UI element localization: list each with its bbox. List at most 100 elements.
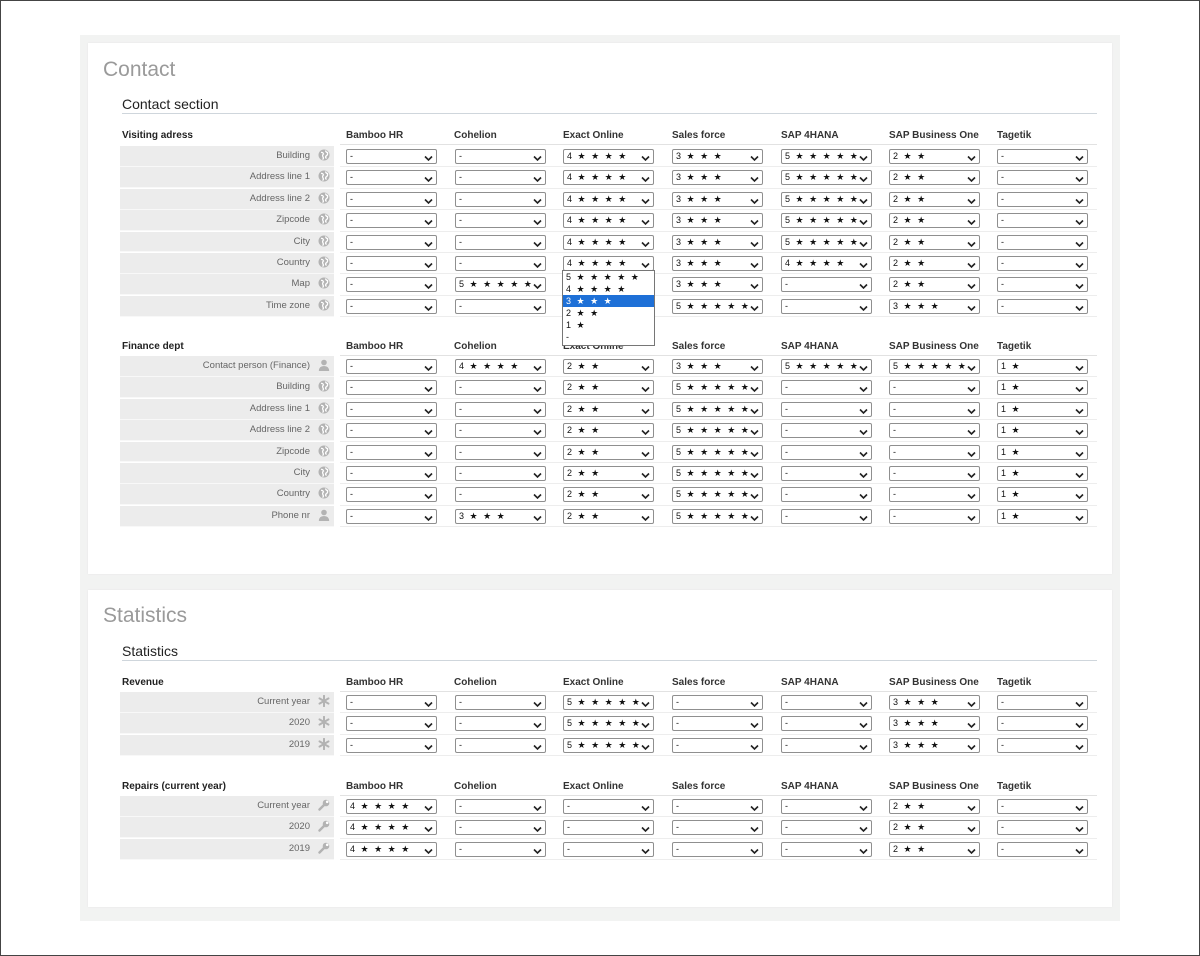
dropdown-option[interactable]: 3 ★ ★ ★: [563, 295, 654, 307]
rating-select[interactable]: 5 ★ ★ ★ ★ ★: [781, 359, 872, 374]
rating-select[interactable]: 2 ★ ★: [563, 444, 654, 460]
rating-select[interactable]: 2 ★ ★: [889, 841, 980, 857]
rating-select[interactable]: 2 ★ ★: [889, 170, 980, 186]
rating-select[interactable]: -: [672, 716, 763, 732]
rating-select[interactable]: 4 ★ ★ ★ ★: [455, 359, 546, 374]
rating-select[interactable]: -: [346, 487, 437, 503]
rating-select[interactable]: -: [672, 737, 763, 753]
rating-select[interactable]: 1 ★: [997, 444, 1088, 460]
rating-select[interactable]: 2 ★ ★: [889, 191, 980, 207]
rating-select[interactable]: -: [346, 401, 437, 417]
rating-select[interactable]: 1 ★: [997, 487, 1088, 503]
rating-select[interactable]: -: [563, 799, 654, 814]
rating-select[interactable]: -: [346, 298, 437, 314]
rating-select[interactable]: -: [455, 170, 546, 186]
rating-select[interactable]: -: [672, 841, 763, 857]
rating-select[interactable]: -: [781, 466, 872, 481]
rating-select[interactable]: -: [346, 716, 437, 732]
rating-select[interactable]: 5 ★ ★ ★ ★ ★: [455, 277, 546, 293]
rating-select[interactable]: 3 ★ ★ ★: [889, 737, 980, 753]
rating-select[interactable]: 1 ★: [997, 401, 1088, 417]
rating-select[interactable]: -: [781, 737, 872, 753]
rating-select[interactable]: 5 ★ ★ ★ ★ ★: [781, 149, 872, 164]
rating-select[interactable]: -: [997, 170, 1088, 186]
rating-select[interactable]: -: [346, 256, 437, 271]
rating-select[interactable]: 4 ★ ★ ★ ★: [346, 841, 437, 857]
rating-select[interactable]: -: [997, 799, 1088, 814]
rating-select[interactable]: 3 ★ ★ ★: [889, 298, 980, 314]
rating-select[interactable]: 2 ★ ★: [563, 466, 654, 481]
rating-select[interactable]: -: [455, 380, 546, 396]
rating-select[interactable]: -: [889, 401, 980, 417]
rating-select[interactable]: -: [455, 841, 546, 857]
rating-select[interactable]: 2 ★ ★: [889, 149, 980, 164]
rating-select[interactable]: 2 ★ ★: [889, 799, 980, 814]
dropdown-option[interactable]: 2 ★ ★: [563, 307, 654, 319]
rating-select[interactable]: -: [997, 716, 1088, 732]
rating-select[interactable]: 4 ★ ★ ★ ★: [563, 213, 654, 229]
rating-select[interactable]: 2 ★ ★: [889, 277, 980, 293]
dropdown-option[interactable]: 5 ★ ★ ★ ★ ★: [563, 271, 654, 283]
rating-select[interactable]: 1 ★: [997, 423, 1088, 439]
rating-select[interactable]: -: [346, 213, 437, 229]
rating-select[interactable]: -: [346, 508, 437, 524]
rating-select[interactable]: -: [889, 444, 980, 460]
rating-select[interactable]: -: [997, 737, 1088, 753]
rating-select[interactable]: 5 ★ ★ ★ ★ ★: [781, 170, 872, 186]
rating-select[interactable]: -: [346, 466, 437, 481]
rating-select[interactable]: -: [889, 380, 980, 396]
rating-select[interactable]: -: [672, 799, 763, 814]
rating-select[interactable]: -: [889, 487, 980, 503]
rating-select[interactable]: 5 ★ ★ ★ ★ ★: [781, 213, 872, 229]
rating-select[interactable]: -: [997, 695, 1088, 710]
rating-select[interactable]: -: [346, 737, 437, 753]
rating-select[interactable]: -: [889, 466, 980, 481]
rating-select[interactable]: -: [781, 508, 872, 524]
rating-select[interactable]: -: [889, 508, 980, 524]
rating-select[interactable]: -: [455, 149, 546, 164]
rating-select[interactable]: -: [455, 466, 546, 481]
rating-select[interactable]: -: [346, 380, 437, 396]
rating-select[interactable]: 4 ★ ★ ★ ★: [563, 256, 654, 271]
rating-select[interactable]: -: [563, 841, 654, 857]
rating-select[interactable]: -: [455, 256, 546, 271]
rating-select[interactable]: -: [997, 149, 1088, 164]
rating-select[interactable]: -: [997, 256, 1088, 271]
rating-select[interactable]: -: [997, 841, 1088, 857]
rating-select[interactable]: -: [781, 401, 872, 417]
rating-select[interactable]: 1 ★: [997, 508, 1088, 524]
rating-select[interactable]: 2 ★ ★: [563, 359, 654, 374]
rating-select[interactable]: 3 ★ ★ ★: [672, 191, 763, 207]
rating-select[interactable]: -: [346, 191, 437, 207]
rating-select[interactable]: 3 ★ ★ ★: [672, 234, 763, 250]
rating-select[interactable]: 4 ★ ★ ★ ★: [563, 191, 654, 207]
rating-select[interactable]: 4 ★ ★ ★ ★: [346, 820, 437, 836]
rating-select[interactable]: 3 ★ ★ ★: [672, 277, 763, 293]
dropdown-option[interactable]: -: [563, 331, 654, 343]
rating-select[interactable]: -: [455, 234, 546, 250]
rating-select[interactable]: 3 ★ ★ ★: [672, 170, 763, 186]
rating-select[interactable]: -: [455, 298, 546, 314]
rating-select[interactable]: -: [997, 234, 1088, 250]
rating-select[interactable]: 2 ★ ★: [889, 820, 980, 836]
rating-select[interactable]: -: [781, 298, 872, 314]
rating-select[interactable]: 5 ★ ★ ★ ★ ★: [672, 298, 763, 314]
rating-select[interactable]: 5 ★ ★ ★ ★ ★: [672, 380, 763, 396]
rating-select[interactable]: -: [781, 820, 872, 836]
rating-select[interactable]: 1 ★: [997, 359, 1088, 374]
rating-select[interactable]: -: [997, 820, 1088, 836]
rating-select[interactable]: -: [346, 234, 437, 250]
rating-select[interactable]: -: [455, 401, 546, 417]
rating-select[interactable]: -: [455, 423, 546, 439]
rating-select[interactable]: -: [346, 423, 437, 439]
rating-dropdown-list[interactable]: 5 ★ ★ ★ ★ ★ 4 ★ ★ ★ ★ 3 ★ ★ ★ 2 ★ ★ 1 ★ -: [562, 270, 655, 346]
rating-select[interactable]: -: [781, 695, 872, 710]
rating-select[interactable]: -: [455, 444, 546, 460]
rating-select[interactable]: -: [781, 799, 872, 814]
rating-select[interactable]: 5 ★ ★ ★ ★ ★: [672, 487, 763, 503]
rating-select[interactable]: -: [346, 277, 437, 293]
rating-select[interactable]: 5 ★ ★ ★ ★ ★: [672, 466, 763, 481]
dropdown-option[interactable]: 1 ★: [563, 319, 654, 331]
rating-select[interactable]: -: [346, 149, 437, 164]
rating-select[interactable]: 5 ★ ★ ★ ★ ★: [563, 695, 654, 710]
